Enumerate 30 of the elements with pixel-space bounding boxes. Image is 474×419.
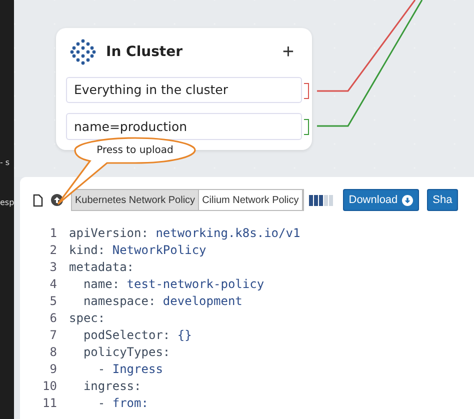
line-number: 4 — [48, 276, 57, 293]
code-line: kind: NetworkPolicy — [69, 242, 206, 259]
code-line: policyTypes: — [82, 344, 170, 361]
line-number: 5 — [48, 293, 57, 310]
callout-text: Press to upload — [96, 144, 174, 158]
line-number: 6 — [48, 310, 57, 327]
add-button[interactable]: + — [278, 40, 298, 64]
code-line: spec: — [69, 310, 106, 327]
card-title: In Cluster — [106, 44, 184, 60]
code-line: name: test-network-policy — [82, 276, 264, 293]
code-line: podSelector: {} — [82, 327, 192, 344]
line-number: 8 — [48, 344, 57, 361]
share-button[interactable]: Sha — [426, 189, 458, 211]
text-fragment: - s — [0, 158, 11, 168]
code-line: metadata: — [69, 259, 134, 276]
policy-tab[interactable]: Kubernetes Network Policy — [72, 190, 200, 210]
line-number: 9 — [48, 361, 57, 378]
download-button[interactable]: Download — [342, 189, 419, 211]
code-line: namespace: development — [82, 293, 242, 310]
line-number: 2 — [48, 242, 57, 259]
line-number: 7 — [48, 327, 57, 344]
code-line: apiVersion: networking.k8s.io/v1 — [69, 225, 300, 242]
line-number: 1 — [48, 225, 57, 242]
line-number: 11 — [42, 395, 57, 412]
code-line: - from: — [96, 395, 148, 412]
code-line: - Ingress — [96, 361, 163, 378]
text-fragment: esp — [0, 198, 14, 208]
code-line: ingress: — [82, 378, 142, 395]
line-number: 3 — [48, 259, 57, 276]
line-number: 10 — [42, 378, 57, 395]
